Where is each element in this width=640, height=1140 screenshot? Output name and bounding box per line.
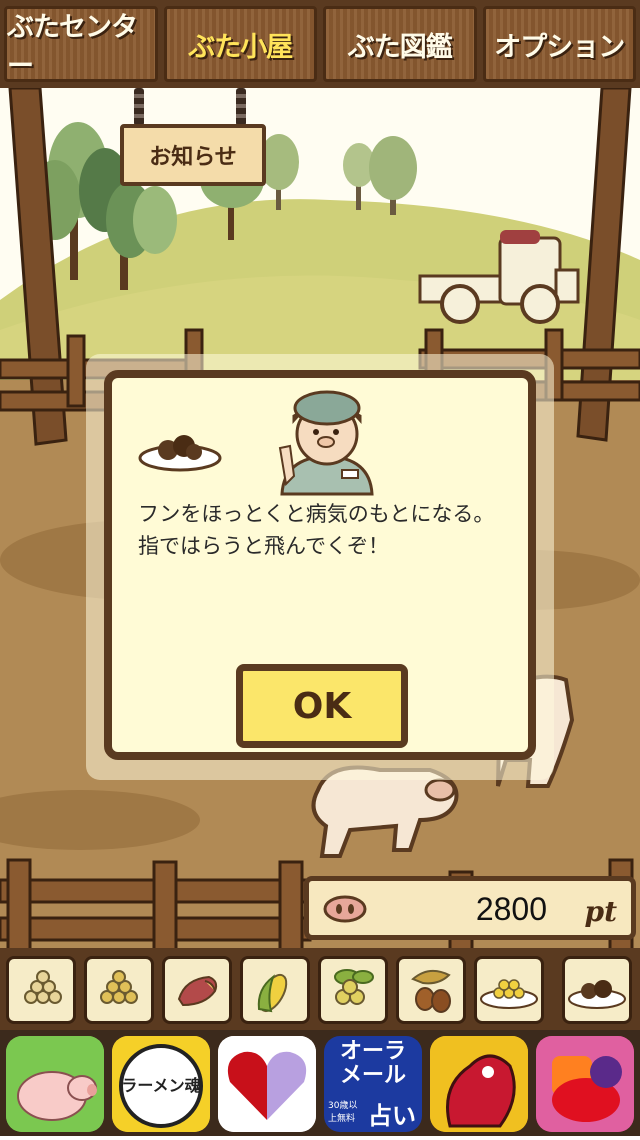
aura-title-line1: オーラ <box>339 1039 406 1064</box>
sign-chain-right <box>236 88 246 126</box>
beans-icon <box>100 970 138 1004</box>
bean-plate-icon <box>480 979 538 1009</box>
ad-heart-app[interactable] <box>218 1036 316 1132</box>
acorn-icon <box>411 969 451 1013</box>
feed-slot-edamame[interactable] <box>318 956 388 1024</box>
soybeans-icon <box>24 970 62 1004</box>
feed-slot-corn[interactable] <box>240 956 310 1024</box>
ok-button[interactable]: OK <box>236 664 408 748</box>
aura-badge: 30歳以上無料 <box>328 1101 358 1124</box>
nav-buta-center[interactable]: ぶたセンター <box>4 6 158 82</box>
dialog-message: フンをほっとくと病気のもとになる。 指ではらうと飛んでくぞ！ <box>138 502 495 558</box>
sweet-potato-icon <box>177 975 218 1007</box>
points-value: 2800 <box>475 891 547 927</box>
ad-ramen-app[interactable]: ラーメン魂 <box>112 1036 210 1132</box>
tip-dialog: フンをほっとくと病気のもとになる。 指ではらうと飛んでくぞ！ OK <box>104 370 536 760</box>
feed-slot-truffle-plate[interactable] <box>562 956 632 1024</box>
farmer-avatar-icon <box>278 390 374 496</box>
heart-app-icon <box>218 1036 316 1132</box>
pig-app-icon <box>6 1036 104 1132</box>
feed-slot-acorn[interactable] <box>396 956 466 1024</box>
candy-app-icon <box>536 1036 634 1132</box>
nav-options[interactable]: オプション <box>482 6 636 82</box>
ad-pig-app[interactable] <box>6 1036 104 1132</box>
feed-slot-soybeans[interactable] <box>6 956 76 1024</box>
feed-slot-bean-plate[interactable] <box>474 956 544 1024</box>
nav-buta-zukan[interactable]: ぶた図鑑 <box>323 6 477 82</box>
ad-candy-app[interactable] <box>536 1036 634 1132</box>
manure-plate-icon <box>138 435 222 472</box>
points-display: 2800 pt <box>304 876 636 940</box>
aura-title-line3: 占い <box>368 1102 416 1130</box>
aura-title-line2: メール <box>339 1063 406 1088</box>
sign-chain-left <box>134 88 144 126</box>
nav-buta-goya[interactable]: ぶた小屋 <box>163 6 317 82</box>
edamame-icon <box>334 969 374 1005</box>
truffle-plate-icon <box>568 980 626 1009</box>
ad-dragon-app[interactable] <box>430 1036 528 1132</box>
feed-slot-beans[interactable] <box>84 956 154 1024</box>
ramen-app-title: ラーメン魂 <box>121 1076 201 1095</box>
points-unit: pt <box>584 895 617 928</box>
top-navigation: ぶたセンター ぶた小屋 ぶた図鑑 オプション <box>0 0 640 88</box>
ad-aura-mail-app[interactable]: オーラ メール 30歳以上無料 占い <box>324 1036 422 1132</box>
dragon-app-icon <box>430 1036 528 1132</box>
pig-nose-icon <box>323 895 367 923</box>
feed-slot-sweet-potato[interactable] <box>162 956 232 1024</box>
corn-icon <box>257 973 288 1013</box>
notice-sign-button[interactable]: お知らせ <box>120 124 266 186</box>
